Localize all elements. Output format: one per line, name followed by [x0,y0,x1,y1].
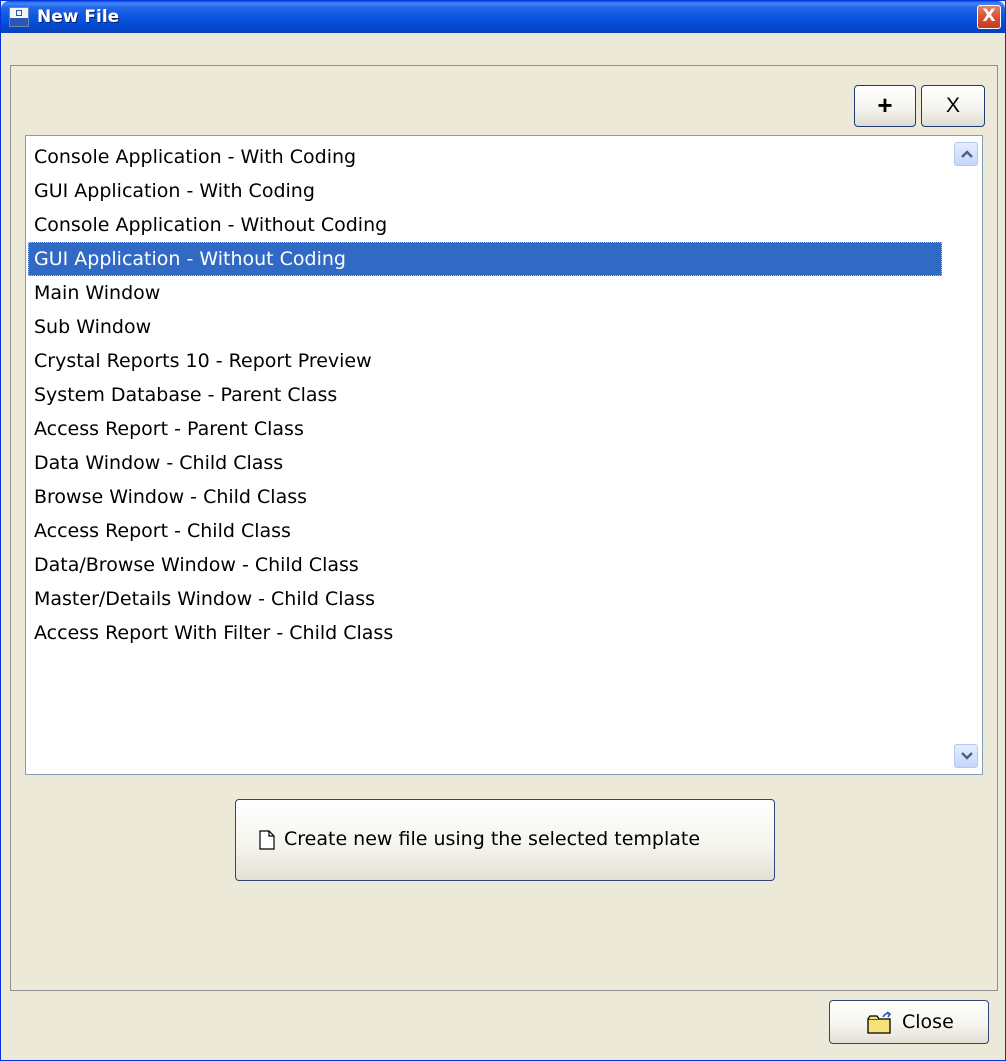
template-list-item[interactable]: System Database - Parent Class [28,378,942,412]
template-list-item[interactable]: GUI Application - Without Coding [28,242,942,276]
template-list-item[interactable]: Main Window [28,276,942,310]
template-list-item[interactable]: Console Application - Without Coding [28,208,942,242]
window-title: New File [37,7,120,27]
create-new-file-button[interactable]: Create new file using the selected templ… [235,799,775,881]
template-list-item[interactable]: Console Application - With Coding [28,140,942,174]
document-icon [259,830,275,850]
template-list-item[interactable]: Data/Browse Window - Child Class [28,548,942,582]
window-close-button[interactable]: X [977,5,1001,29]
template-list-item[interactable]: Master/Details Window - Child Class [28,582,942,616]
template-list-item[interactable]: Browse Window - Child Class [28,480,942,514]
remove-template-button[interactable]: X [921,85,985,127]
app-icon [9,7,29,27]
template-list-item[interactable]: Crystal Reports 10 - Report Preview [28,344,942,378]
scroll-down-button[interactable] [954,744,978,768]
folder-icon [867,1011,892,1034]
template-list[interactable]: Console Application - With Coding GUI App… [25,135,983,775]
close-button[interactable]: Close [829,1000,989,1044]
template-list-item[interactable]: Sub Window [28,310,942,344]
chevron-up-icon [961,150,973,158]
template-list-items: Console Application - With Coding GUI App… [28,140,942,650]
close-button-label: Close [902,1011,954,1033]
chevron-down-icon [961,752,973,760]
create-button-label: Create new file using the selected templ… [284,828,701,850]
scroll-up-button[interactable] [954,142,978,166]
vertical-scrollbar[interactable] [950,140,980,770]
template-list-item[interactable]: Data Window - Child Class [28,446,942,480]
template-list-item[interactable]: GUI Application - With Coding [28,174,942,208]
add-template-button[interactable]: + [854,85,916,127]
plus-icon: + [877,90,893,120]
x-icon: X [945,94,960,117]
title-bar[interactable]: New File X [1,1,1005,33]
template-list-item[interactable]: Access Report - Child Class [28,514,942,548]
template-list-item[interactable]: Access Report With Filter - Child Class [28,616,942,650]
new-file-dialog: New File X + X Console Application - Wit… [0,0,1006,1061]
template-list-item[interactable]: Access Report - Parent Class [28,412,942,446]
